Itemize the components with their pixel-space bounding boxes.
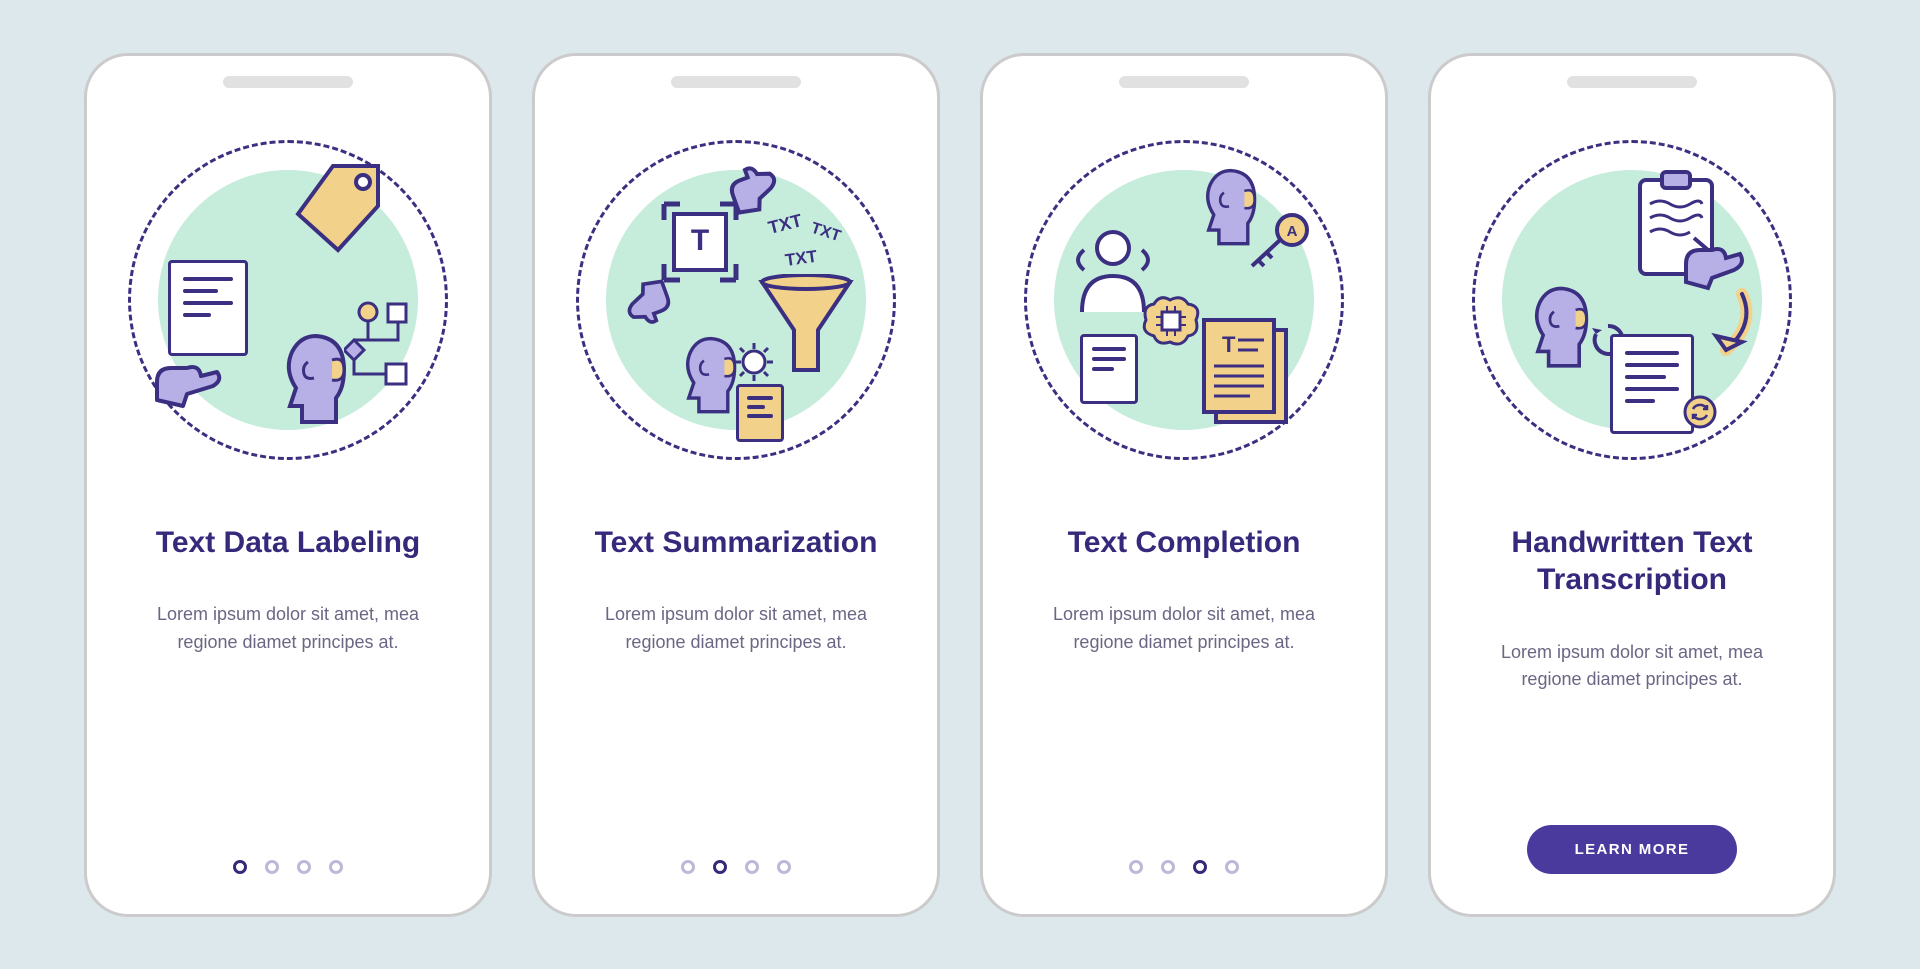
dot-4[interactable] [1225, 860, 1239, 874]
dot-3[interactable] [745, 860, 759, 874]
txt-scatter-icon: TXT TXT TXT [762, 210, 852, 280]
dot-1[interactable] [681, 860, 695, 874]
onboarding-card-2: T TXT TXT TXT [532, 53, 940, 917]
svg-text:T: T [1222, 332, 1236, 357]
dot-3[interactable] [297, 860, 311, 874]
dot-2[interactable] [1161, 860, 1175, 874]
text-summarization-icon: T TXT TXT TXT [576, 140, 896, 460]
pagination-dots [1129, 860, 1239, 874]
dot-3[interactable] [1193, 860, 1207, 874]
learn-more-button[interactable]: LEARN MORE [1527, 825, 1738, 874]
dot-4[interactable] [329, 860, 343, 874]
price-tag-icon [278, 160, 388, 260]
card-title: Handwritten Text Transcription [1461, 524, 1803, 599]
brain-chip-icon [1140, 292, 1202, 350]
arrow-curve-icon [1696, 288, 1756, 368]
text-data-labeling-icon [128, 140, 448, 460]
ai-head-icon [670, 333, 738, 418]
key-icon: A [1244, 210, 1314, 270]
card-description: Lorem ipsum dolor sit amet, mea regione … [1461, 639, 1803, 695]
hand-writing-icon [1678, 236, 1746, 292]
card-title: Text Data Labeling [144, 524, 433, 562]
dot-1[interactable] [233, 860, 247, 874]
pagination-dots [681, 860, 791, 874]
flowchart-icon [344, 300, 414, 400]
text-document-icon: T [1198, 314, 1294, 430]
svg-text:TXT: TXT [766, 210, 804, 238]
hand-icon [153, 350, 223, 410]
onboarding-card-4: Handwritten Text Transcription Lorem ips… [1428, 53, 1836, 917]
card-title: Text Summarization [583, 524, 890, 562]
ai-head-icon [1518, 283, 1590, 373]
ai-head-icon [268, 330, 348, 430]
dot-2[interactable] [713, 860, 727, 874]
gear-icon [732, 340, 776, 384]
card-title: Text Completion [1056, 524, 1313, 562]
svg-text:A: A [1287, 223, 1298, 240]
dot-4[interactable] [777, 860, 791, 874]
sync-icon [1682, 394, 1718, 430]
onboarding-card-3: A T Text Completion Lorem ips [980, 53, 1388, 917]
card-description: Lorem ipsum dolor sit amet, mea regione … [565, 601, 907, 657]
dot-1[interactable] [1129, 860, 1143, 874]
card-description: Lorem ipsum dolor sit amet, mea regione … [1013, 601, 1355, 657]
svg-text:T: T [691, 224, 709, 257]
text-completion-icon: A T [1024, 140, 1344, 460]
svg-text:TXT: TXT [784, 246, 819, 269]
card-description: Lorem ipsum dolor sit amet, mea regione … [117, 601, 459, 657]
dot-2[interactable] [265, 860, 279, 874]
onboarding-card-1: Text Data Labeling Lorem ipsum dolor sit… [84, 53, 492, 917]
svg-text:TXT: TXT [809, 219, 843, 245]
pagination-dots [233, 860, 343, 874]
handwritten-transcription-icon [1472, 140, 1792, 460]
